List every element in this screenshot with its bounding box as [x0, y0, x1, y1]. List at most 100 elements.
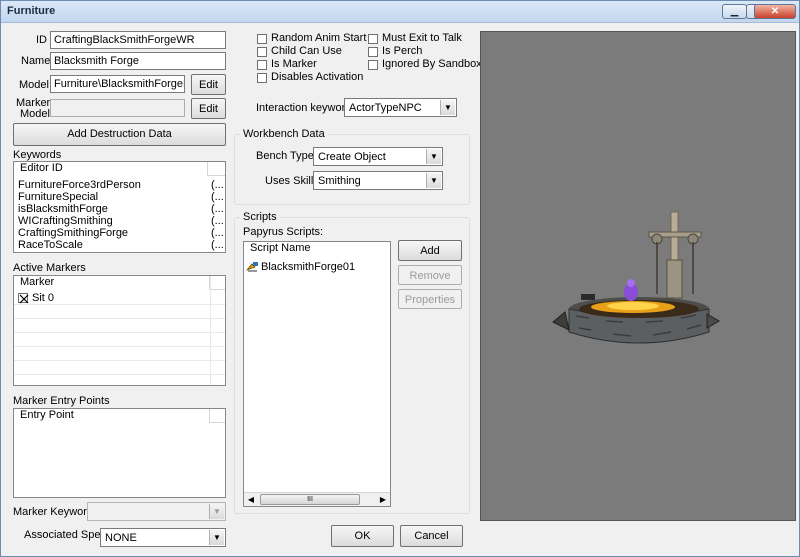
name-label: Name — [21, 55, 51, 67]
keyword-extra: (... — [211, 203, 224, 215]
bench-type-label: Bench Type — [256, 150, 314, 162]
keywords-list[interactable]: Editor ID FurnitureForce3rdPerson (... Fur… — [13, 161, 226, 253]
keyword-extra: (... — [211, 179, 224, 191]
ok-button[interactable]: OK — [331, 525, 394, 547]
marker-gridline — [14, 374, 225, 375]
is-marker-checkbox[interactable] — [257, 60, 267, 70]
remove-script-button[interactable]: Remove — [398, 265, 462, 285]
keywords-label: Keywords — [13, 149, 62, 161]
scroll-right-icon[interactable]: ▶ — [376, 493, 390, 506]
script-name-column[interactable]: Script Name — [244, 242, 390, 257]
marker-model-label-2: Model — [20, 108, 50, 120]
workbench-title: Workbench Data — [240, 128, 328, 140]
scripts-title: Scripts — [240, 211, 280, 223]
keyword-row[interactable]: CraftingSmithingForge (... — [14, 227, 225, 239]
must-exit-to-talk-checkbox[interactable] — [368, 34, 378, 44]
close-button[interactable]: ✕ — [754, 4, 796, 19]
editor-id-column[interactable]: Editor ID — [14, 162, 208, 176]
is-perch-checkbox[interactable] — [368, 47, 378, 57]
entry-point-column[interactable]: Entry Point — [14, 409, 210, 423]
model-edit-button[interactable]: Edit — [191, 74, 226, 95]
title-bar[interactable]: Furniture ▁ □ ✕ — [1, 1, 799, 23]
scripts-header: Script Name — [244, 242, 390, 257]
active-markers-list[interactable]: Marker Sit 0 — [13, 275, 226, 386]
uses-skill-label: Uses Skill — [265, 175, 314, 187]
marker-keyword-combo[interactable]: ▼ — [87, 502, 226, 521]
add-destruction-button[interactable]: Add Destruction Data — [13, 123, 226, 146]
entry-points-label: Marker Entry Points — [13, 395, 110, 407]
marker-column-divider — [210, 276, 211, 385]
chevron-down-icon[interactable]: ▼ — [209, 504, 224, 519]
scroll-left-icon[interactable]: ◀ — [244, 493, 258, 506]
scroll-thumb[interactable]: III — [260, 494, 360, 505]
active-markers-header: Marker — [14, 276, 225, 290]
id-label: ID — [36, 34, 47, 46]
child-can-use-checkbox[interactable] — [257, 47, 267, 57]
scripts-list[interactable]: Script Name BlacksmithForge01 ◀ III ▶ — [243, 241, 391, 507]
blacksmith-forge-render — [552, 211, 720, 344]
chevron-down-icon[interactable]: ▼ — [426, 173, 441, 188]
marker-checkbox[interactable] — [18, 293, 29, 304]
name-field[interactable]: Blacksmith Forge — [50, 52, 226, 70]
keywords-header: Editor ID — [14, 162, 225, 176]
close-icon: ✕ — [770, 6, 780, 17]
entry-points-list[interactable]: Entry Point — [13, 408, 226, 498]
chevron-down-icon[interactable]: ▼ — [440, 100, 455, 115]
keyword-extra: (... — [211, 227, 224, 239]
keyword-editor-id: FurnitureSpecial — [18, 191, 99, 203]
model-preview[interactable] — [480, 31, 796, 521]
keyword-row[interactable]: isBlacksmithForge (... — [14, 203, 225, 215]
id-field[interactable]: CraftingBlackSmithForgeWR — [50, 31, 226, 49]
interaction-keyword-combo[interactable]: ActorTypeNPC ▼ — [344, 98, 457, 117]
keyword-editor-id: RaceToScale — [18, 239, 83, 251]
model-label: Model — [19, 79, 49, 91]
properties-button[interactable]: Properties — [398, 289, 462, 309]
marker-gridline — [14, 304, 225, 305]
chevron-down-icon[interactable]: ▼ — [209, 530, 224, 545]
associated-spell-combo[interactable]: NONE ▼ — [100, 528, 226, 547]
ignored-by-sandbox-checkbox[interactable] — [368, 60, 378, 70]
checkmark-icon — [19, 294, 29, 304]
marker-gridline — [14, 332, 225, 333]
random-anim-start-label: Random Anim Start — [271, 32, 367, 44]
is-perch-label: Is Perch — [382, 45, 423, 57]
bench-type-combo[interactable]: Create Object ▼ — [313, 147, 443, 166]
papyrus-scripts-label: Papyrus Scripts: — [243, 226, 324, 238]
chevron-down-icon[interactable]: ▼ — [426, 149, 441, 164]
keyword-extra: (... — [211, 191, 224, 203]
marker-gridline — [14, 346, 225, 347]
disables-activation-label: Disables Activation — [271, 71, 364, 83]
keyword-row[interactable]: WICraftingSmithing (... — [14, 215, 225, 227]
associated-spell-value: NONE — [105, 532, 137, 544]
keyword-row[interactable]: FurnitureForce3rdPerson (... — [14, 179, 225, 191]
interaction-keyword-label: Interaction keyword — [256, 102, 352, 114]
keyword-extra: (... — [211, 215, 224, 227]
marker-model-field[interactable] — [50, 99, 185, 117]
add-script-button[interactable]: Add — [398, 240, 462, 261]
uses-skill-value: Smithing — [318, 175, 361, 187]
marker-model-edit-button[interactable]: Edit — [191, 98, 226, 119]
minimize-icon: ▁ — [730, 6, 739, 17]
keyword-editor-id: FurnitureForce3rdPerson — [18, 179, 141, 191]
keyword-editor-id: isBlacksmithForge — [18, 203, 108, 215]
disables-activation-checkbox[interactable] — [257, 73, 267, 83]
entry-points-header: Entry Point — [14, 409, 225, 423]
furniture-window: Furniture ▁ □ ✕ ID CraftingBlackSmithFor… — [0, 0, 800, 557]
uses-skill-combo[interactable]: Smithing ▼ — [313, 171, 443, 190]
random-anim-start-checkbox[interactable] — [257, 34, 267, 44]
horizontal-scrollbar[interactable]: ◀ III ▶ — [244, 492, 390, 506]
must-exit-to-talk-label: Must Exit to Talk — [382, 32, 462, 44]
associated-spell-label: Associated Spell — [24, 529, 106, 541]
keyword-editor-id: WICraftingSmithing — [18, 215, 113, 227]
interaction-keyword-value: ActorTypeNPC — [349, 102, 422, 114]
minimize-button[interactable]: ▁ — [722, 4, 747, 19]
active-markers-label: Active Markers — [13, 262, 86, 274]
keyword-row[interactable]: RaceToScale (... — [14, 239, 225, 251]
child-can-use-label: Child Can Use — [271, 45, 342, 57]
bench-type-value: Create Object — [318, 151, 386, 163]
marker-column[interactable]: Marker — [14, 276, 210, 290]
marker-gridline — [14, 360, 225, 361]
cancel-button[interactable]: Cancel — [400, 525, 463, 547]
model-field[interactable]: Furniture\BlacksmithForgeMarke — [50, 75, 185, 93]
keyword-row[interactable]: FurnitureSpecial (... — [14, 191, 225, 203]
